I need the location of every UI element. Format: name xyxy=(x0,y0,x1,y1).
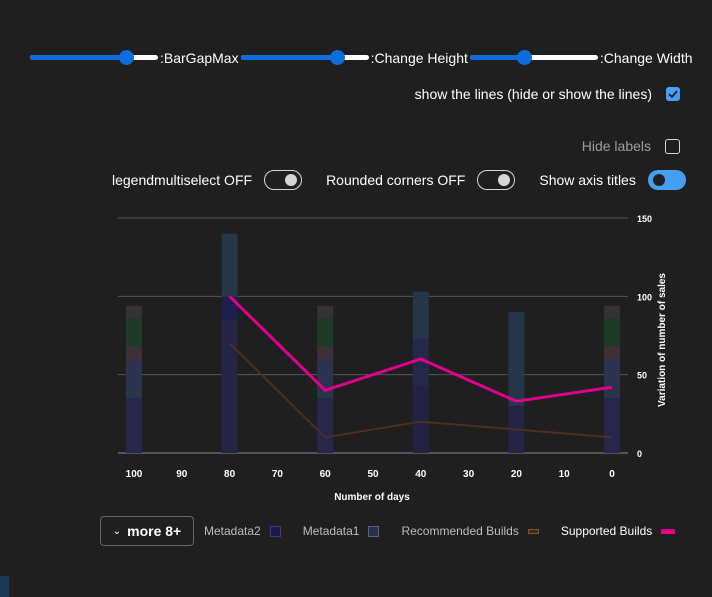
show-axis-titles-label: Show axis titles xyxy=(539,172,636,188)
bar-segment xyxy=(126,346,142,361)
bar-segment xyxy=(604,360,620,388)
change-height-label: :Change Height xyxy=(370,50,468,66)
bar-gap-max-label: :BarGapMax xyxy=(160,50,239,66)
bar-gap-max-control: :BarGapMax xyxy=(30,48,241,68)
legend-multiselect-toggle[interactable] xyxy=(264,170,303,190)
x-axis-title: Number of days xyxy=(334,492,410,503)
x-tick-labels: 100 90 80 70 60 50 40 30 20 10 0 xyxy=(126,469,616,480)
y-tick-labels: 0 50 100 150 xyxy=(637,214,652,459)
legend-item-recommended-builds[interactable]: Recommended Builds xyxy=(401,524,539,538)
toggles-row: legendmultiselect OFF Rounded corners OF… xyxy=(112,170,686,190)
y-tick-label: 0 xyxy=(637,449,642,459)
bar-segment xyxy=(604,318,620,347)
bar-segment xyxy=(317,398,334,453)
legend-swatch xyxy=(527,528,539,534)
bar-segment xyxy=(126,360,142,388)
x-tick-label: 10 xyxy=(559,469,571,480)
legend-swatch xyxy=(269,525,281,537)
corner-tab xyxy=(0,576,9,597)
bar-segment xyxy=(317,318,334,347)
toggle-knob xyxy=(498,174,511,186)
bar-segment xyxy=(412,291,429,339)
show-lines-label: show the lines (hide or show the lines) xyxy=(414,86,652,102)
show-lines-checkbox[interactable] xyxy=(666,87,680,101)
x-tick-label: 80 xyxy=(224,469,236,480)
slider-thumb[interactable] xyxy=(329,50,345,65)
y-tick-label: 150 xyxy=(637,214,652,224)
show-axis-titles-toggle[interactable] xyxy=(647,170,686,190)
x-tick-label: 90 xyxy=(176,469,188,480)
bar-segment xyxy=(221,233,238,297)
bar-segment xyxy=(604,346,620,361)
slider-row: :BarGapMax :Change Height :Change Width xyxy=(30,48,695,68)
bar-segment xyxy=(126,305,142,319)
x-tick-label: 100 xyxy=(126,469,143,480)
bar-segment xyxy=(126,318,142,347)
bar-segment xyxy=(126,398,142,453)
x-tick-label: 20 xyxy=(511,469,523,480)
more-legend-label: more 8+ xyxy=(127,523,182,539)
slider-thumb[interactable] xyxy=(516,50,532,65)
x-tick-label: 70 xyxy=(272,469,284,480)
change-width-label: :Change Width xyxy=(599,50,693,66)
change-width-control: :Change Width xyxy=(469,48,695,68)
hide-labels-checkbox[interactable] xyxy=(665,138,680,154)
slider-fill xyxy=(30,55,126,60)
legend-label: Metadata2 xyxy=(204,524,261,538)
legend: ⌄ more 8+ Metadata2 Metadata1 Recommende… xyxy=(100,516,689,546)
x-tick-label: 40 xyxy=(415,469,427,480)
bar-segment xyxy=(221,319,238,453)
checkmark-icon xyxy=(668,90,678,99)
hide-labels-row: Hide labels xyxy=(582,138,680,154)
legend-multiselect-label: legendmultiselect OFF xyxy=(112,172,253,188)
hide-labels-label: Hide labels xyxy=(581,138,651,154)
show-lines-row: show the lines (hide or show the lines) xyxy=(415,86,680,102)
bar-gap-max-slider[interactable] xyxy=(30,48,158,68)
legend-label: Supported Builds xyxy=(560,524,653,538)
change-width-slider[interactable] xyxy=(469,48,598,68)
y-tick-label: 50 xyxy=(637,371,647,381)
slider-thumb[interactable] xyxy=(119,50,134,65)
legend-swatch xyxy=(661,528,676,534)
x-tick-label: 50 xyxy=(367,469,379,480)
legend-label: Recommended Builds xyxy=(401,524,519,538)
legend-item-metadata1[interactable]: Metadata1 xyxy=(303,524,380,538)
x-tick-label: 30 xyxy=(463,469,475,480)
rounded-corners-toggle[interactable] xyxy=(477,170,516,190)
legend-label: Metadata1 xyxy=(302,524,360,538)
slider-fill xyxy=(469,55,524,60)
bar-segment xyxy=(604,305,620,319)
toggle-knob xyxy=(652,174,665,186)
change-height-slider[interactable] xyxy=(240,48,369,68)
bar-segment xyxy=(508,312,525,406)
y-tick-label: 100 xyxy=(637,292,652,302)
x-tick-label: 60 xyxy=(320,469,332,480)
bar-stacks xyxy=(126,233,620,453)
bar-segment xyxy=(317,346,334,361)
bar-segment xyxy=(126,387,142,399)
rounded-corners-label: Rounded corners OFF xyxy=(326,172,466,188)
chart: 100 90 80 70 60 50 40 30 20 10 0 050100150 Number … xyxy=(118,214,668,503)
grid-lines xyxy=(118,217,628,454)
toggle-knob xyxy=(285,174,298,186)
slider-fill xyxy=(240,55,337,60)
y-axis-title: Variation of number of sales xyxy=(657,273,668,407)
legend-item-metadata2[interactable]: Metadata2 xyxy=(204,524,281,538)
x-tick-label: 0 xyxy=(609,469,615,480)
legend-item-supported-builds[interactable]: Supported Builds xyxy=(560,524,676,538)
bar-segment xyxy=(604,398,620,453)
change-height-control: :Change Height xyxy=(240,48,470,68)
bar-segment xyxy=(317,305,334,319)
more-legend-button[interactable]: ⌄ more 8+ xyxy=(100,516,194,546)
bar-segment xyxy=(412,385,429,453)
legend-swatch xyxy=(368,525,380,537)
chevron-down-icon: ⌄ xyxy=(112,525,122,537)
